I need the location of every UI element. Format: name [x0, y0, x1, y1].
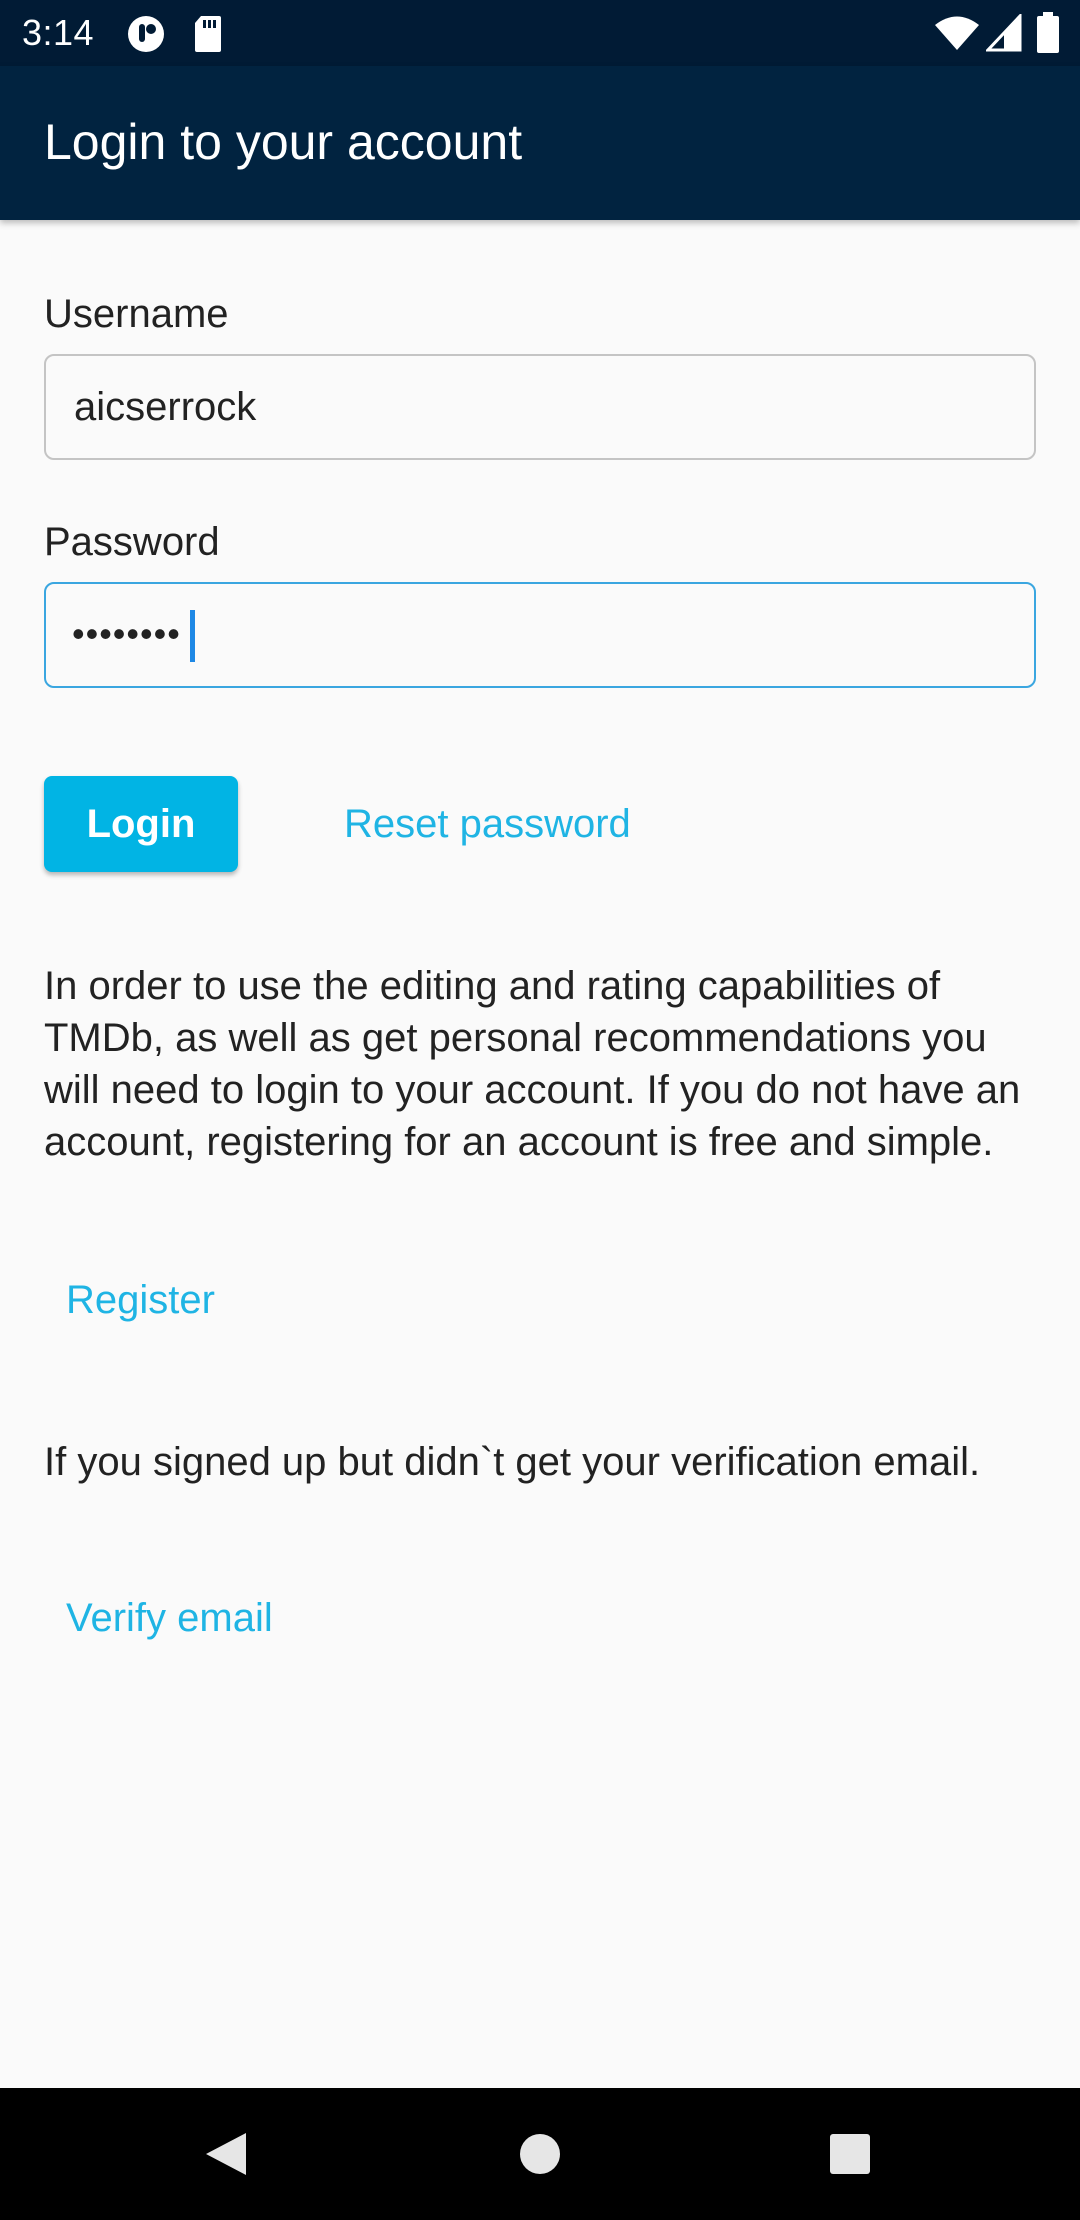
- password-label: Password: [44, 520, 220, 564]
- password-value: ••••••••: [72, 613, 181, 654]
- battery-icon: [1036, 12, 1060, 59]
- register-link[interactable]: Register: [66, 1276, 215, 1324]
- back-icon[interactable]: [186, 2114, 266, 2194]
- sd-card-icon: [193, 14, 223, 59]
- username-field[interactable]: [44, 354, 1036, 460]
- username-label: Username: [44, 292, 229, 336]
- signal-icon: [984, 12, 1022, 57]
- page-title: Login to your account: [44, 114, 523, 170]
- status-bar: 3:14: [0, 0, 1080, 66]
- info-paragraph: In order to use the editing and rating c…: [44, 964, 1021, 1164]
- home-icon[interactable]: [500, 2114, 580, 2194]
- navigation-bar: [0, 2088, 1080, 2220]
- verify-email-link[interactable]: Verify email: [66, 1594, 273, 1642]
- login-screen: 3:14 Login to your account Username aics…: [0, 0, 1080, 2220]
- app-bar: Login to your account: [0, 66, 1080, 220]
- wifi-icon: [934, 16, 980, 57]
- reset-password-link[interactable]: Reset password: [344, 800, 631, 848]
- app-notification-icon: [126, 14, 166, 59]
- text-cursor: [190, 610, 195, 662]
- recents-icon[interactable]: [810, 2114, 890, 2194]
- status-time: 3:14: [22, 12, 95, 53]
- login-button[interactable]: Login: [44, 776, 238, 872]
- verify-info-text: If you signed up but didn`t get your ver…: [44, 1440, 981, 1484]
